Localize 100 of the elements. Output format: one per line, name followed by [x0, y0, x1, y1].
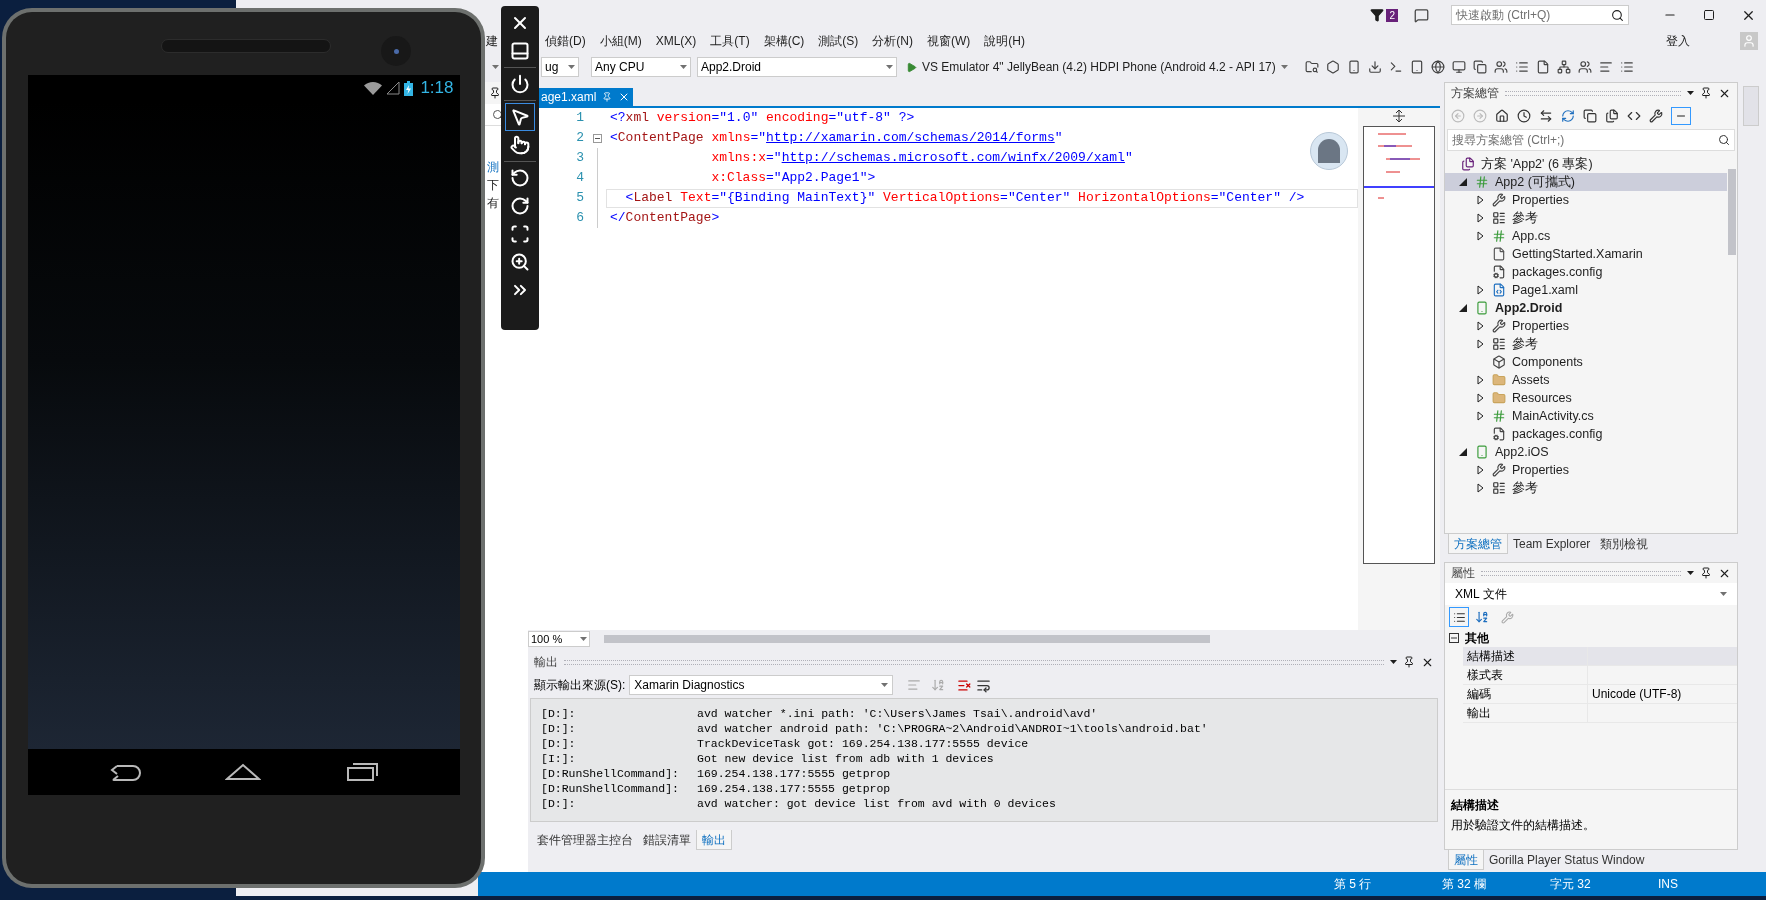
preview-toggle[interactable]	[1671, 107, 1691, 125]
tree-item[interactable]: Components	[1445, 353, 1727, 371]
menu-item[interactable]: 測試(S)	[811, 32, 866, 50]
feedback-icon[interactable]	[1414, 7, 1429, 23]
menu-item[interactable]: 架構(C)	[756, 32, 812, 50]
files-icon[interactable]	[1605, 109, 1619, 123]
tree-item[interactable]: MainActivity.cs	[1445, 407, 1727, 425]
property-row[interactable]: 編碼 Unicode (UTF-8)	[1463, 685, 1737, 704]
phone-icon[interactable]	[1346, 60, 1361, 74]
pin-icon[interactable]	[1403, 656, 1415, 668]
startup-project-dropdown[interactable]: App2.Droid	[697, 57, 897, 77]
collapsed-arrow-icon[interactable]	[1476, 195, 1484, 205]
copy-icon[interactable]	[1472, 60, 1487, 74]
panel-tab[interactable]: 方案總管	[1448, 534, 1508, 554]
history-icon[interactable]	[1517, 109, 1531, 123]
menu-item[interactable]: XML(X)	[648, 32, 704, 50]
menu-item[interactable]: 建	[486, 32, 498, 50]
tree-item[interactable]: App2.Droid	[1445, 299, 1727, 317]
sign-in-link[interactable]: 登入	[1666, 32, 1690, 50]
menu-item[interactable]: 分析(N)	[865, 32, 920, 50]
tree-item[interactable]: Page1.xaml	[1445, 281, 1727, 299]
zoom-dropdown[interactable]: 100 %	[528, 631, 590, 647]
users-icon[interactable]	[1577, 60, 1592, 74]
panel-tab[interactable]: Team Explorer	[1508, 534, 1596, 554]
file-icon[interactable]	[1535, 60, 1550, 74]
tree-item[interactable]: packages.config	[1445, 425, 1727, 443]
property-row[interactable]: 樣式表	[1463, 666, 1737, 685]
collapse-box-icon[interactable]	[1449, 633, 1459, 643]
refresh-icon[interactable]	[1561, 109, 1575, 123]
pin-icon[interactable]	[489, 87, 501, 99]
expanded-arrow-icon[interactable]	[1459, 178, 1467, 186]
collapsed-arrow-icon[interactable]	[1476, 339, 1484, 349]
tree-item[interactable]: Properties	[1445, 461, 1727, 479]
run-button[interactable]: VS Emulator 4" JellyBean (4.2) HDPI Phone (Android 4.2 - API 17)	[903, 57, 1291, 77]
expanded-arrow-icon[interactable]	[1459, 448, 1467, 456]
search-field[interactable]: 搜尋方案總管 (Ctrl+;)	[1447, 129, 1735, 151]
monitor-icon[interactable]	[1451, 60, 1466, 74]
wrap-text-icon[interactable]	[976, 677, 992, 693]
collapsed-arrow-icon[interactable]	[1476, 465, 1484, 475]
panel-tab[interactable]: 套件管理器主控台	[532, 830, 638, 850]
collapsed-arrow-icon[interactable]	[1476, 375, 1484, 385]
tree-item[interactable]: Assets	[1445, 371, 1727, 389]
sort-icon[interactable]	[1475, 610, 1489, 624]
menu-item[interactable]: 工具(T)	[703, 32, 757, 50]
property-row[interactable]: 輸出	[1463, 704, 1737, 723]
link-fragment[interactable]: 測	[487, 160, 499, 174]
property-row[interactable]: 結構描述	[1463, 647, 1737, 666]
align-left-icon[interactable]	[1598, 60, 1613, 74]
maximize-icon[interactable]	[1703, 9, 1715, 21]
tree-item[interactable]: Resources	[1445, 389, 1727, 407]
panel-tab[interactable]: Gorilla Player Status Window	[1484, 850, 1650, 870]
fold-minus-icon[interactable]	[592, 133, 602, 143]
tree-item[interactable]: Properties	[1445, 191, 1727, 209]
users-icon[interactable]	[1493, 60, 1508, 74]
clear-list-icon[interactable]	[957, 677, 973, 693]
expanded-arrow-icon[interactable]	[1459, 304, 1467, 312]
list-icon[interactable]	[1514, 60, 1529, 74]
collapsed-arrow-icon[interactable]	[1476, 393, 1484, 403]
tree-item[interactable]: packages.config	[1445, 263, 1727, 281]
pin-icon[interactable]	[1700, 567, 1712, 579]
collapsed-arrow-icon[interactable]	[1476, 231, 1484, 241]
object-dropdown[interactable]: XML 文件	[1445, 583, 1737, 605]
list-icon[interactable]	[1619, 60, 1634, 74]
pointer-button[interactable]	[505, 103, 535, 131]
tree-item[interactable]: 參考	[1445, 335, 1727, 353]
panel-tab[interactable]: 類別檢視	[1595, 534, 1654, 554]
tree-item[interactable]: App.cs	[1445, 227, 1727, 245]
menu-item[interactable]: 小組(M)	[592, 32, 649, 50]
menu-item[interactable]: 視窗(W)	[920, 32, 978, 50]
platform-dropdown[interactable]: Any CPU	[591, 57, 691, 77]
tree-item[interactable]: Properties	[1445, 317, 1727, 335]
categorized-button[interactable]	[1449, 607, 1469, 627]
collapse-icon[interactable]	[1583, 109, 1597, 123]
panel-tab[interactable]: 輸出	[696, 830, 732, 850]
configuration-dropdown[interactable]: ug	[541, 57, 579, 77]
panel-tab[interactable]: 屬性	[1448, 850, 1484, 870]
collapsed-arrow-icon[interactable]	[1476, 411, 1484, 421]
tree-item[interactable]: App2.iOS	[1445, 443, 1727, 461]
network-icon[interactable]	[1556, 60, 1571, 74]
sync-icon[interactable]	[1539, 109, 1553, 123]
tree-item[interactable]: App2 (可攜式)	[1445, 173, 1727, 191]
splitter-icon[interactable]	[1393, 110, 1405, 122]
hexagon-icon[interactable]	[1325, 60, 1340, 74]
horizontal-scrollbar[interactable]	[604, 635, 1210, 643]
output-source-dropdown[interactable]: Xamarin Diagnostics	[629, 675, 894, 695]
download-icon[interactable]	[1367, 60, 1382, 74]
menu-item[interactable]: 說明(H)	[977, 32, 1032, 50]
terminal-icon[interactable]	[1388, 60, 1403, 74]
tree-item[interactable]: 參考	[1445, 479, 1727, 497]
quick-launch-field[interactable]: 快速啟動 (Ctrl+Q)	[1451, 5, 1629, 25]
pin-icon[interactable]	[1700, 87, 1712, 99]
filter-icon[interactable]	[1370, 8, 1385, 22]
globe-icon[interactable]	[1430, 60, 1445, 74]
collapsed-arrow-icon[interactable]	[1476, 321, 1484, 331]
menu-item[interactable]: 偵錯(D)	[538, 32, 593, 50]
tablet-icon[interactable]	[1409, 60, 1424, 74]
collapsed-arrow-icon[interactable]	[1476, 483, 1484, 493]
tree-item[interactable]: GettingStarted.Xamarin	[1445, 245, 1727, 263]
code-icon[interactable]	[1627, 109, 1641, 123]
panel-tab[interactable]: 錯誤清單	[638, 830, 696, 850]
